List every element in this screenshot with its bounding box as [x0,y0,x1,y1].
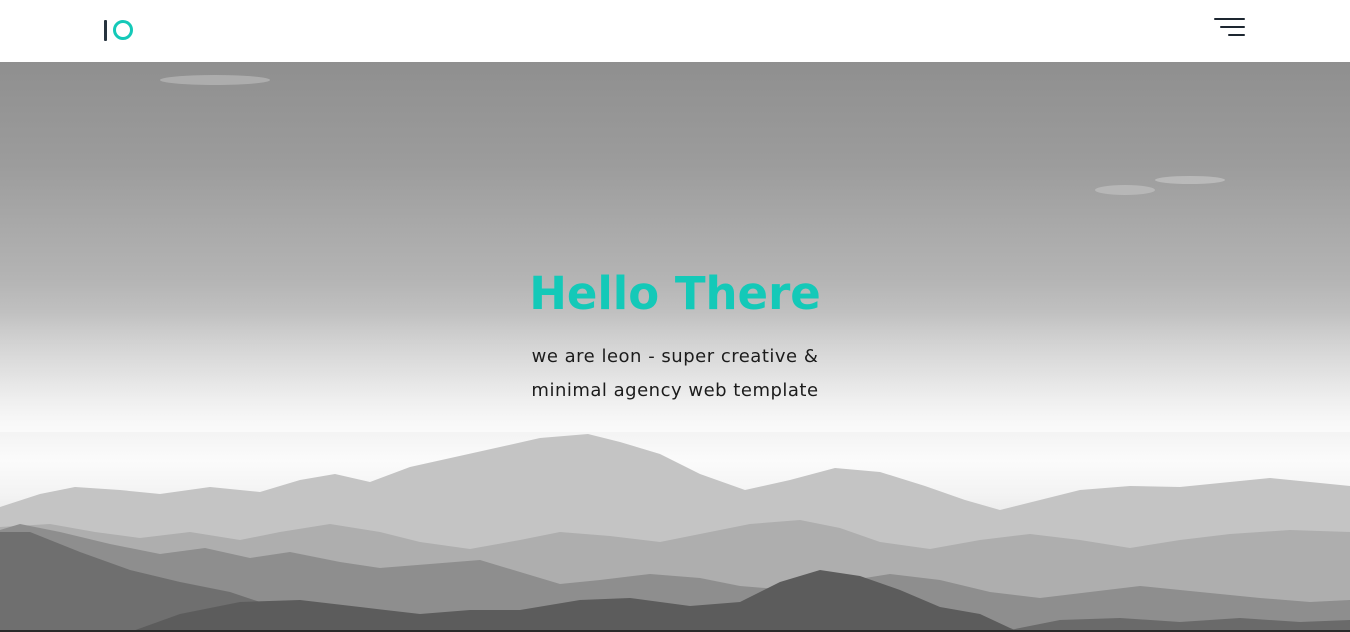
menu-line [1228,34,1245,36]
site-header [0,0,1350,62]
hero-subtitle: we are leon - super creative & minimal a… [475,340,875,408]
menu-line [1214,18,1245,20]
logo-ring [113,20,133,40]
menu-line [1220,26,1245,28]
logo-io-icon[interactable] [104,17,133,43]
hamburger-menu-icon[interactable] [1213,16,1247,40]
hero-section: Hello There we are leon - super creative… [0,62,1350,632]
hero-subtitle-line-1: we are leon - super creative & [531,346,819,367]
logo-bar [104,19,107,41]
hero-title: Hello There [529,267,821,320]
hero-subtitle-line-2: minimal agency web template [531,380,819,401]
